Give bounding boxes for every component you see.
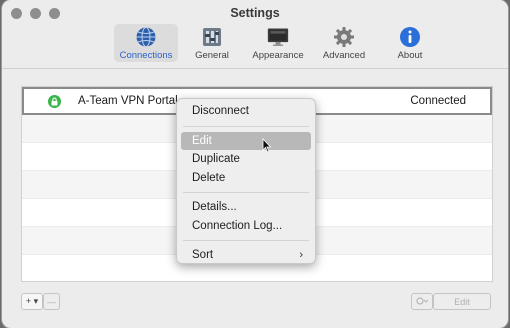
lock-icon — [48, 95, 61, 108]
menu-separator — [183, 125, 309, 127]
remove-connection-button[interactable]: — — [43, 293, 60, 310]
tab-advanced[interactable]: Advanced — [312, 24, 376, 62]
remove-button-label: — — [47, 296, 56, 307]
menu-item-sort-label: Sort — [192, 249, 214, 261]
connection-name: A-Team VPN Portal — [78, 95, 178, 107]
window-title: Settings — [230, 6, 280, 20]
connection-status: Connected — [410, 95, 466, 107]
tab-label: Appearance — [252, 50, 304, 61]
switches-icon — [201, 26, 223, 48]
edit-button[interactable]: Edit — [433, 293, 491, 310]
action-gear-icon — [416, 296, 429, 307]
gear-icon — [333, 26, 355, 48]
toolbar: Connections General Appearance Advanced — [114, 24, 442, 62]
menu-item-edit[interactable]: Edit — [181, 131, 311, 150]
chevron-right-icon: › — [299, 249, 303, 261]
tab-label: General — [195, 50, 229, 61]
menu-item-details[interactable]: Details... — [181, 198, 311, 217]
tab-general[interactable]: General — [180, 24, 244, 62]
monitor-icon — [267, 26, 289, 48]
tab-label: Advanced — [322, 50, 366, 61]
context-menu: Disconnect Edit Duplicate Delete Details… — [176, 98, 316, 264]
tab-connections[interactable]: Connections — [114, 24, 178, 62]
settings-window: Settings Connections General Appearance — [2, 0, 508, 328]
menu-item-sort[interactable]: Sort › — [181, 246, 311, 265]
mouse-pointer-icon — [262, 137, 272, 158]
menu-item-disconnect[interactable]: Disconnect — [181, 102, 311, 121]
menu-item-delete[interactable]: Delete — [181, 169, 311, 188]
add-button-label: + ▾ — [25, 296, 39, 306]
add-connection-button[interactable]: + ▾ — [21, 293, 43, 310]
action-menu-button[interactable] — [411, 293, 433, 310]
tab-about[interactable]: About — [378, 24, 442, 62]
tab-label: Connections — [119, 50, 173, 61]
edit-button-label: Edit — [454, 296, 470, 307]
menu-separator — [183, 240, 309, 241]
menu-separator — [183, 192, 309, 193]
globe-icon — [135, 26, 157, 48]
menu-item-connection-log[interactable]: Connection Log... — [181, 217, 311, 236]
info-icon — [399, 26, 421, 48]
tab-appearance[interactable]: Appearance — [246, 24, 310, 62]
tab-label: About — [397, 50, 423, 61]
menu-item-duplicate[interactable]: Duplicate — [181, 150, 311, 169]
title-bar: Settings Connections General Appearance — [2, 0, 508, 69]
